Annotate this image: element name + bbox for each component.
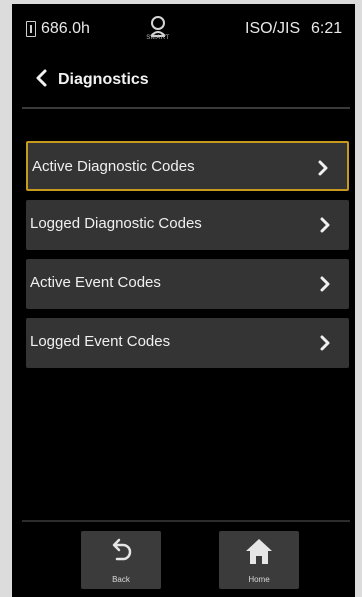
menu-item-label: Logged Diagnostic Codes [30,215,202,232]
hour-meter-value: 686.0h [41,20,90,37]
menu-item-logged-diagnostic-codes[interactable]: Logged Diagnostic Codes [26,200,349,250]
title-divider [22,107,350,109]
device-screen: 686.0h SMART ISO/JIS 6:21 Diagnostics Ac… [12,4,355,597]
bottom-divider [22,520,350,522]
home-icon [246,539,272,564]
menu-item-label: Logged Event Codes [30,333,171,350]
page-title: Diagnostics [58,71,149,88]
title-bar: Diagnostics [12,56,355,100]
chevron-left-icon[interactable] [32,68,52,88]
menu-item-label: Active Event Codes [30,274,161,291]
menu-item-active-diagnostic-codes[interactable]: Active Diagnostic Codes [26,141,349,191]
back-button[interactable]: Back [81,531,161,589]
undo-arrow-icon [112,538,132,561]
chevron-right-icon [320,276,330,292]
menu-item-active-event-codes[interactable]: Active Event Codes [26,259,349,309]
menu-item-label: Active Diagnostic Codes [32,158,195,175]
status-bar: 686.0h SMART ISO/JIS 6:21 [12,4,355,48]
hour-meter-icon [26,21,36,37]
menu-item-logged-event-codes[interactable]: Logged Event Codes [26,318,349,368]
chevron-right-icon [318,160,328,176]
smart-label: SMART [146,35,170,41]
clock: 6:21 [311,20,343,37]
home-label: Home [248,575,270,584]
chevron-right-icon [320,335,330,351]
back-label: Back [112,575,130,584]
chevron-right-icon [320,217,330,233]
standard-indicator: ISO/JIS [245,20,301,37]
home-button[interactable]: Home [219,531,299,589]
